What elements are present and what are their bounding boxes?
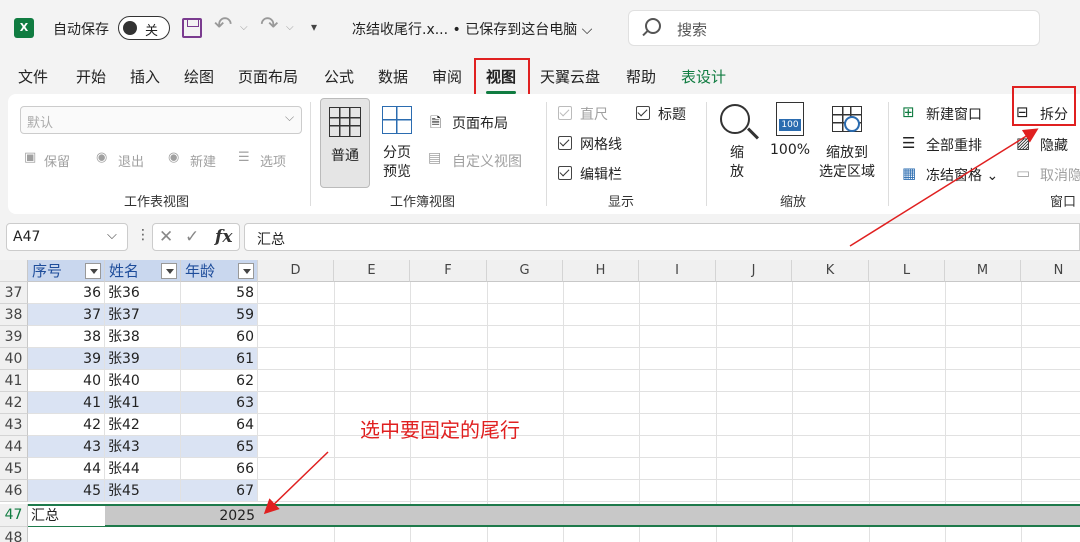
- annotation-arrows: [263, 128, 1039, 515]
- arrow-to-row: [263, 451, 329, 515]
- arrow-to-split: [849, 128, 1039, 247]
